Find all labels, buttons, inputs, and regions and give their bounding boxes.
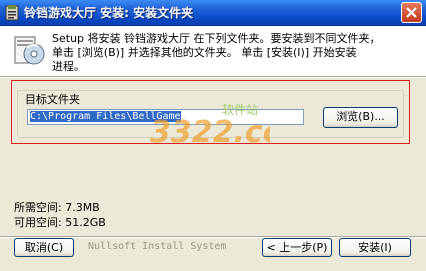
header-divider <box>0 76 426 78</box>
close-button[interactable] <box>401 2 422 23</box>
space-required: 所需空间: 7.3MB <box>14 201 100 214</box>
title-bar: 铃铛游戏大厅 安装: 安装文件夹 <box>0 0 426 26</box>
cancel-button[interactable]: 取消(C) <box>14 238 74 257</box>
window-title: 铃铛游戏大厅 安装: 安装文件夹 <box>24 6 194 20</box>
cd-install-icon <box>14 36 45 65</box>
install-button[interactable]: 安装(I) <box>339 238 411 257</box>
browse-button[interactable]: 浏览(B)... <box>323 107 398 128</box>
header-description: Setup 将安装 铃铛游戏大厅 在下列文件夹。要安装到不同文件夹， 单击 [浏… <box>52 32 381 73</box>
space-available: 可用空间: 51.2GB <box>14 216 106 229</box>
nsis-brand-label: Nullsoft Install System <box>88 241 227 252</box>
installer-app-icon <box>5 5 19 21</box>
close-icon <box>406 7 417 18</box>
disk-space-info: 所需空间: 7.3MB 可用空间: 51.2GB <box>14 200 106 230</box>
destination-folder-label: 目标文件夹 <box>24 91 81 107</box>
site-watermark: 软件站 3322.cc <box>150 103 270 150</box>
watermark-text: 3322.cc <box>150 115 270 150</box>
back-button[interactable]: < 上一步(P) <box>262 238 332 257</box>
